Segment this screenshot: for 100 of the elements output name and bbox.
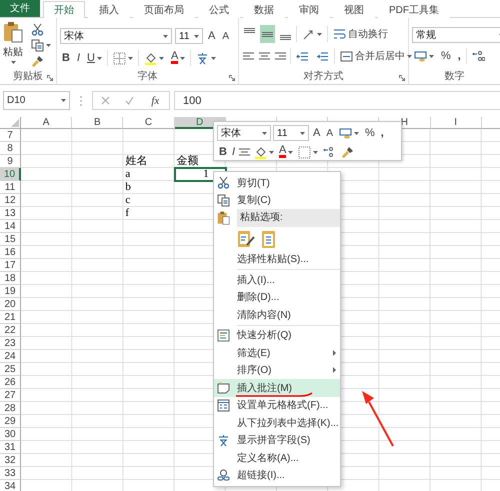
align-center-icon[interactable] (258, 50, 271, 62)
menu-item[interactable]: 超链接(I)... (214, 466, 340, 484)
menu-item[interactable]: 选择性粘贴(S)... (214, 250, 340, 268)
caret-icon (407, 54, 412, 58)
percent-button[interactable]: % (439, 47, 453, 65)
row-header[interactable]: 16 (0, 246, 21, 259)
font-size-field[interactable]: 11 (273, 125, 309, 141)
column-header[interactable]: I (430, 117, 482, 129)
row-header[interactable]: 18 (0, 272, 21, 285)
font-color-button[interactable]: A (168, 49, 188, 67)
copy-button[interactable] (29, 37, 53, 53)
dialog-launcher-icon[interactable] (47, 75, 53, 81)
row-header[interactable]: 12 (0, 194, 21, 207)
caret-icon (194, 34, 199, 38)
row-header[interactable]: 23 (0, 337, 21, 350)
table-cell[interactable]: c (123, 194, 175, 207)
insert-function-button[interactable]: fx (149, 94, 162, 106)
column-header[interactable]: A (21, 117, 72, 129)
paste-icon (217, 210, 230, 225)
caret-icon (163, 34, 168, 38)
align-center-icon[interactable] (238, 146, 252, 158)
table-cell[interactable]: 姓名 (123, 155, 175, 168)
shrink-font-button[interactable]: A (324, 124, 336, 142)
percent-button[interactable]: % (363, 124, 377, 142)
grow-font-button[interactable]: A (206, 27, 218, 45)
note-icon (217, 381, 230, 394)
formula-field[interactable]: 100 (174, 91, 500, 110)
menu-item[interactable]: 筛选(E) (214, 344, 340, 362)
shrink-font-button[interactable]: A (220, 27, 232, 45)
row-header[interactable]: 25 (0, 363, 21, 376)
underline-button[interactable]: U (85, 49, 104, 67)
row-header[interactable]: 32 (0, 454, 21, 467)
row-header[interactable]: 29 (0, 415, 21, 428)
dialog-launcher-icon[interactable] (229, 75, 235, 81)
italic-button[interactable]: I (230, 143, 238, 161)
align-left-icon[interactable] (242, 50, 255, 62)
row-header[interactable]: 22 (0, 324, 21, 337)
comma-button[interactable]: , (456, 47, 463, 65)
menu-item[interactable]: 复制(C) (214, 192, 340, 209)
row-header[interactable]: 31 (0, 441, 21, 454)
row-header[interactable]: 28 (0, 402, 21, 415)
menu-item[interactable]: 快速分析(Q) (214, 326, 340, 344)
file-tab[interactable]: 文件 (0, 0, 40, 17)
row-header[interactable]: 9 (0, 155, 21, 168)
format-cells-icon (217, 398, 230, 412)
merge-center-button[interactable]: 合并后居中 (338, 47, 414, 65)
align-right-icon[interactable] (274, 50, 287, 62)
menu-item[interactable]: 清除内容(N) (214, 306, 340, 324)
menu-item[interactable]: 插入(I)... (214, 271, 340, 288)
table-cell[interactable]: a (123, 168, 175, 181)
row-header[interactable]: 11 (0, 181, 21, 194)
row-header[interactable]: 17 (0, 259, 21, 272)
table-cell[interactable]: b (123, 181, 175, 194)
menu-item[interactable]: 插入批注(M) (214, 379, 340, 396)
row-header[interactable]: 20 (0, 298, 21, 311)
check-icon[interactable] (125, 96, 134, 105)
row-header[interactable]: 7 (0, 129, 21, 142)
font-name-field[interactable]: 宋体 (217, 125, 271, 141)
font-name-field[interactable]: 宋体 (60, 28, 172, 44)
row-header[interactable]: 33 (0, 467, 21, 480)
table-cell[interactable]: f (123, 207, 175, 220)
row-header[interactable]: 24 (0, 350, 21, 363)
paint-bucket-icon (144, 52, 157, 64)
menu-item[interactable]: 删除(D)... (214, 288, 340, 306)
menu-item[interactable]: 显示拼音字段(S) (214, 432, 340, 449)
number-format-field[interactable]: 常规 (412, 27, 500, 43)
row-header[interactable]: 10 (0, 168, 21, 181)
vertical-align-button[interactable] (260, 25, 275, 43)
row-header[interactable]: 30 (0, 428, 21, 441)
row-header[interactable]: 19 (0, 285, 21, 298)
row-header[interactable]: 8 (0, 142, 21, 155)
wrap-text-button[interactable]: 自动换行 (331, 25, 390, 43)
menu-item[interactable]: 设置单元格格式(F)... (214, 396, 340, 414)
row-header[interactable]: 27 (0, 389, 21, 402)
paste-formatting-button[interactable] (237, 228, 255, 248)
column-header[interactable]: C (123, 117, 175, 129)
bold-button[interactable]: B (60, 49, 72, 67)
menu-item[interactable]: 从下拉列表中选择(K)... (214, 414, 340, 432)
ribbon-tab[interactable]: 开始 (43, 1, 85, 18)
bold-button[interactable]: B (217, 143, 229, 161)
format-painter-icon (341, 146, 354, 158)
italic-button[interactable]: I (74, 49, 82, 67)
name-box[interactable]: D10 (3, 91, 70, 110)
row-header[interactable]: 14 (0, 220, 21, 233)
column-header[interactable]: B (72, 117, 124, 129)
paste-button[interactable]: 粘贴 (3, 21, 23, 70)
row-header[interactable]: 13 (0, 207, 21, 220)
caret-icon (429, 54, 434, 58)
grow-font-button[interactable]: A (311, 124, 322, 142)
row-header[interactable]: 21 (0, 311, 21, 324)
row-header[interactable]: 15 (0, 233, 21, 246)
row-header[interactable]: 26 (0, 376, 21, 389)
font-size-field[interactable]: 11 (175, 28, 203, 44)
dialog-launcher-icon[interactable] (399, 75, 405, 81)
phonetic-icon (217, 434, 230, 447)
menu-item[interactable]: 定义名称(A)... (214, 449, 340, 466)
paste-button[interactable] (261, 228, 277, 248)
align-lines-icon (280, 35, 291, 40)
menu-item[interactable]: 排序(O) (214, 362, 340, 379)
font-color-button[interactable]: A (277, 143, 296, 161)
